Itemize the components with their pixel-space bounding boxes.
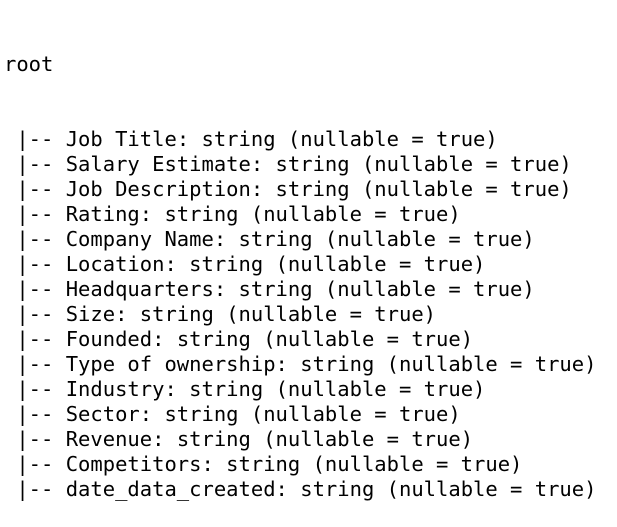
- field-name: Sector: [65, 402, 140, 426]
- field-name: Revenue: [65, 427, 153, 451]
- field-type: string: [300, 352, 375, 376]
- field-name: Salary Estimate: [65, 152, 251, 176]
- schema-field-line: |-- date_data_created: string (nullable …: [4, 477, 617, 502]
- field-separator: :: [152, 327, 177, 351]
- field-nullable: (nullable = true): [275, 252, 486, 276]
- field-type: string: [176, 327, 251, 351]
- field-name: Founded: [65, 327, 153, 351]
- tree-branch-prefix: |--: [4, 252, 66, 276]
- schema-field-line: |-- Founded: string (nullable = true): [4, 327, 617, 352]
- field-type: string: [189, 377, 264, 401]
- schema-field-line: |-- Revenue: string (nullable = true): [4, 427, 617, 452]
- field-separator: :: [250, 177, 276, 201]
- tree-branch-prefix: |--: [4, 127, 66, 151]
- field-type: string: [275, 177, 350, 201]
- field-type: string: [176, 427, 251, 451]
- field-nullable: (nullable = true): [324, 227, 535, 251]
- field-nullable: (nullable = true): [361, 152, 572, 176]
- field-list: |-- Job Title: string (nullable = true) …: [4, 127, 617, 502]
- schema-field-line: |-- Type of ownership: string (nullable …: [4, 352, 617, 377]
- field-name: Size: [65, 302, 116, 326]
- field-nullable: (nullable = true): [287, 127, 498, 151]
- field-nullable: (nullable = true): [312, 452, 523, 476]
- field-separator: :: [164, 377, 190, 401]
- field-name: Headquarters: [65, 277, 214, 301]
- field-type: string: [300, 477, 375, 501]
- tree-branch-prefix: |--: [4, 152, 66, 176]
- field-type: string: [139, 302, 214, 326]
- field-nullable: (nullable = true): [386, 352, 597, 376]
- field-nullable: (nullable = true): [275, 377, 486, 401]
- field-nullable: (nullable = true): [386, 477, 597, 501]
- field-name: Industry: [65, 377, 165, 401]
- tree-branch-prefix: |--: [4, 302, 66, 326]
- tree-branch-prefix: |--: [4, 277, 66, 301]
- field-separator: :: [275, 352, 301, 376]
- field-nullable: (nullable = true): [324, 277, 535, 301]
- tree-branch-prefix: |--: [4, 177, 66, 201]
- field-type: string: [226, 452, 301, 476]
- field-type: string: [201, 127, 276, 151]
- field-separator: :: [164, 252, 190, 276]
- field-separator: :: [139, 402, 165, 426]
- field-separator: :: [250, 152, 276, 176]
- field-name: Job Title: [65, 127, 177, 151]
- field-separator: :: [115, 302, 140, 326]
- field-separator: :: [275, 477, 301, 501]
- schema-field-line: |-- Salary Estimate: string (nullable = …: [4, 152, 617, 177]
- field-name: Company Name: [65, 227, 214, 251]
- field-type: string: [275, 152, 350, 176]
- schema-field-line: |-- Rating: string (nullable = true): [4, 202, 617, 227]
- field-nullable: (nullable = true): [226, 302, 437, 326]
- field-name: date_data_created: [65, 477, 276, 501]
- schema-output: root |-- Job Title: string (nullable = t…: [0, 0, 617, 501]
- tree-branch-prefix: |--: [4, 402, 66, 426]
- field-type: string: [189, 252, 264, 276]
- field-type: string: [238, 227, 313, 251]
- field-nullable: (nullable = true): [250, 402, 461, 426]
- field-name: Rating: [65, 202, 140, 226]
- field-name: Competitors: [65, 452, 202, 476]
- field-name: Type of ownership: [65, 352, 276, 376]
- field-type: string: [238, 277, 313, 301]
- field-separator: :: [213, 277, 239, 301]
- schema-field-line: |-- Company Name: string (nullable = tru…: [4, 227, 617, 252]
- schema-field-line: |-- Industry: string (nullable = true): [4, 377, 617, 402]
- field-separator: :: [152, 427, 177, 451]
- tree-branch-prefix: |--: [4, 202, 66, 226]
- tree-branch-prefix: |--: [4, 452, 66, 476]
- tree-branch-prefix: |--: [4, 352, 66, 376]
- field-type: string: [164, 202, 239, 226]
- tree-branch-prefix: |--: [4, 327, 66, 351]
- schema-field-line: |-- Headquarters: string (nullable = tru…: [4, 277, 617, 302]
- field-separator: :: [201, 452, 227, 476]
- schema-field-line: |-- Job Description: string (nullable = …: [4, 177, 617, 202]
- field-nullable: (nullable = true): [250, 202, 461, 226]
- field-name: Job Description: [65, 177, 251, 201]
- schema-field-line: |-- Competitors: string (nullable = true…: [4, 452, 617, 477]
- tree-branch-prefix: |--: [4, 227, 66, 251]
- schema-field-line: |-- Location: string (nullable = true): [4, 252, 617, 277]
- field-type: string: [164, 402, 239, 426]
- field-name: Location: [65, 252, 165, 276]
- root-label: root: [4, 52, 54, 76]
- schema-field-line: |-- Job Title: string (nullable = true): [4, 127, 617, 152]
- field-separator: :: [213, 227, 239, 251]
- field-nullable: (nullable = true): [263, 327, 474, 351]
- field-nullable: (nullable = true): [361, 177, 572, 201]
- tree-branch-prefix: |--: [4, 427, 66, 451]
- field-separator: :: [176, 127, 202, 151]
- field-separator: :: [139, 202, 165, 226]
- tree-branch-prefix: |--: [4, 377, 66, 401]
- field-nullable: (nullable = true): [263, 427, 474, 451]
- schema-field-line: |-- Sector: string (nullable = true): [4, 402, 617, 427]
- schema-field-line: |-- Size: string (nullable = true): [4, 302, 617, 327]
- tree-branch-prefix: |--: [4, 477, 66, 501]
